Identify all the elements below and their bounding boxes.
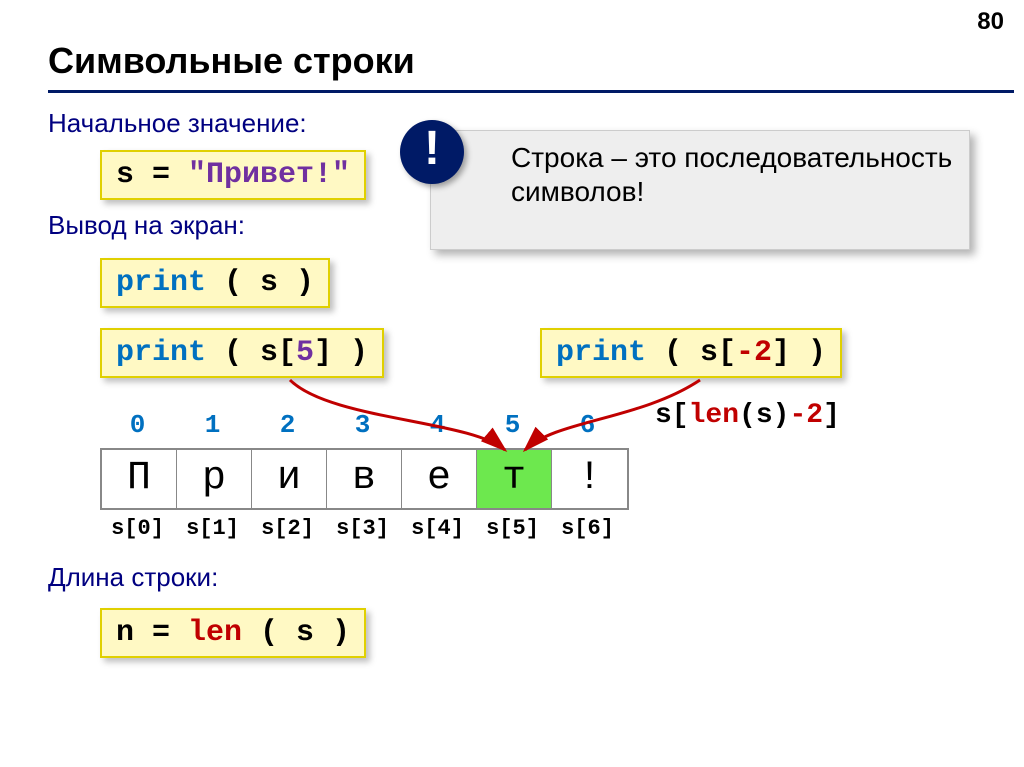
code-print3: print ( s[-2] ) [540, 328, 842, 378]
sub-3: s[3] [325, 516, 400, 541]
print3-close: ] ) [772, 336, 826, 370]
print1-arg: ( s ) [206, 266, 314, 300]
page-number: 80 [977, 8, 1004, 36]
print2-close: ] ) [314, 336, 368, 370]
lenx-a: s[ [655, 400, 689, 431]
sub-row: s[0] s[1] s[2] s[3] s[4] s[5] s[6] [100, 516, 625, 541]
callout-badge-icon: ! [400, 120, 464, 184]
print2-idx: 5 [296, 336, 314, 370]
print-kw-3: print [556, 336, 646, 370]
sub-4: s[4] [400, 516, 475, 541]
char-4: е [402, 450, 477, 508]
char-5: т [477, 450, 552, 508]
lenx-d: -2 [789, 400, 823, 431]
len-arg: ( s ) [242, 616, 350, 650]
char-3: в [327, 450, 402, 508]
idx-0: 0 [100, 410, 175, 440]
code-print1: print ( s ) [100, 258, 330, 308]
len-lhs: n = [116, 616, 188, 650]
sub-0: s[0] [100, 516, 175, 541]
label-length: Длина строки: [48, 562, 218, 593]
index-row: 0 1 2 3 4 5 6 [100, 410, 625, 440]
label-output: Вывод на экран: [48, 210, 245, 241]
idx-5: 5 [475, 410, 550, 440]
char-0: П [102, 450, 177, 508]
slide-title: Символьные строки [48, 40, 415, 82]
len-expression: s[len(s)-2] [655, 400, 840, 431]
print-kw-2: print [116, 336, 206, 370]
assign-lhs: s = [116, 158, 188, 192]
print3-idx: -2 [736, 336, 772, 370]
label-initial: Начальное значение: [48, 108, 307, 139]
idx-6: 6 [550, 410, 625, 440]
len-kw: len [188, 616, 242, 650]
print2-open: ( s[ [206, 336, 296, 370]
char-row: П р и в е т ! [100, 448, 629, 510]
char-1: р [177, 450, 252, 508]
callout-box: Строка – это последовательность символов… [430, 130, 970, 250]
callout-text: Строка – это последовательность символов… [511, 142, 952, 207]
lenx-c: (s) [739, 400, 789, 431]
char-6: ! [552, 450, 627, 508]
sub-6: s[6] [550, 516, 625, 541]
sub-2: s[2] [250, 516, 325, 541]
lenx-b: len [689, 400, 739, 431]
idx-3: 3 [325, 410, 400, 440]
title-divider [48, 90, 1014, 93]
idx-4: 4 [400, 410, 475, 440]
print-kw-1: print [116, 266, 206, 300]
print3-open: ( s[ [646, 336, 736, 370]
char-2: и [252, 450, 327, 508]
assign-rhs: "Привет!" [188, 158, 350, 192]
code-print2: print ( s[5] ) [100, 328, 384, 378]
idx-1: 1 [175, 410, 250, 440]
code-assign: s = "Привет!" [100, 150, 366, 200]
lenx-e: ] [823, 400, 840, 431]
code-len: n = len ( s ) [100, 608, 366, 658]
sub-5: s[5] [475, 516, 550, 541]
idx-2: 2 [250, 410, 325, 440]
sub-1: s[1] [175, 516, 250, 541]
